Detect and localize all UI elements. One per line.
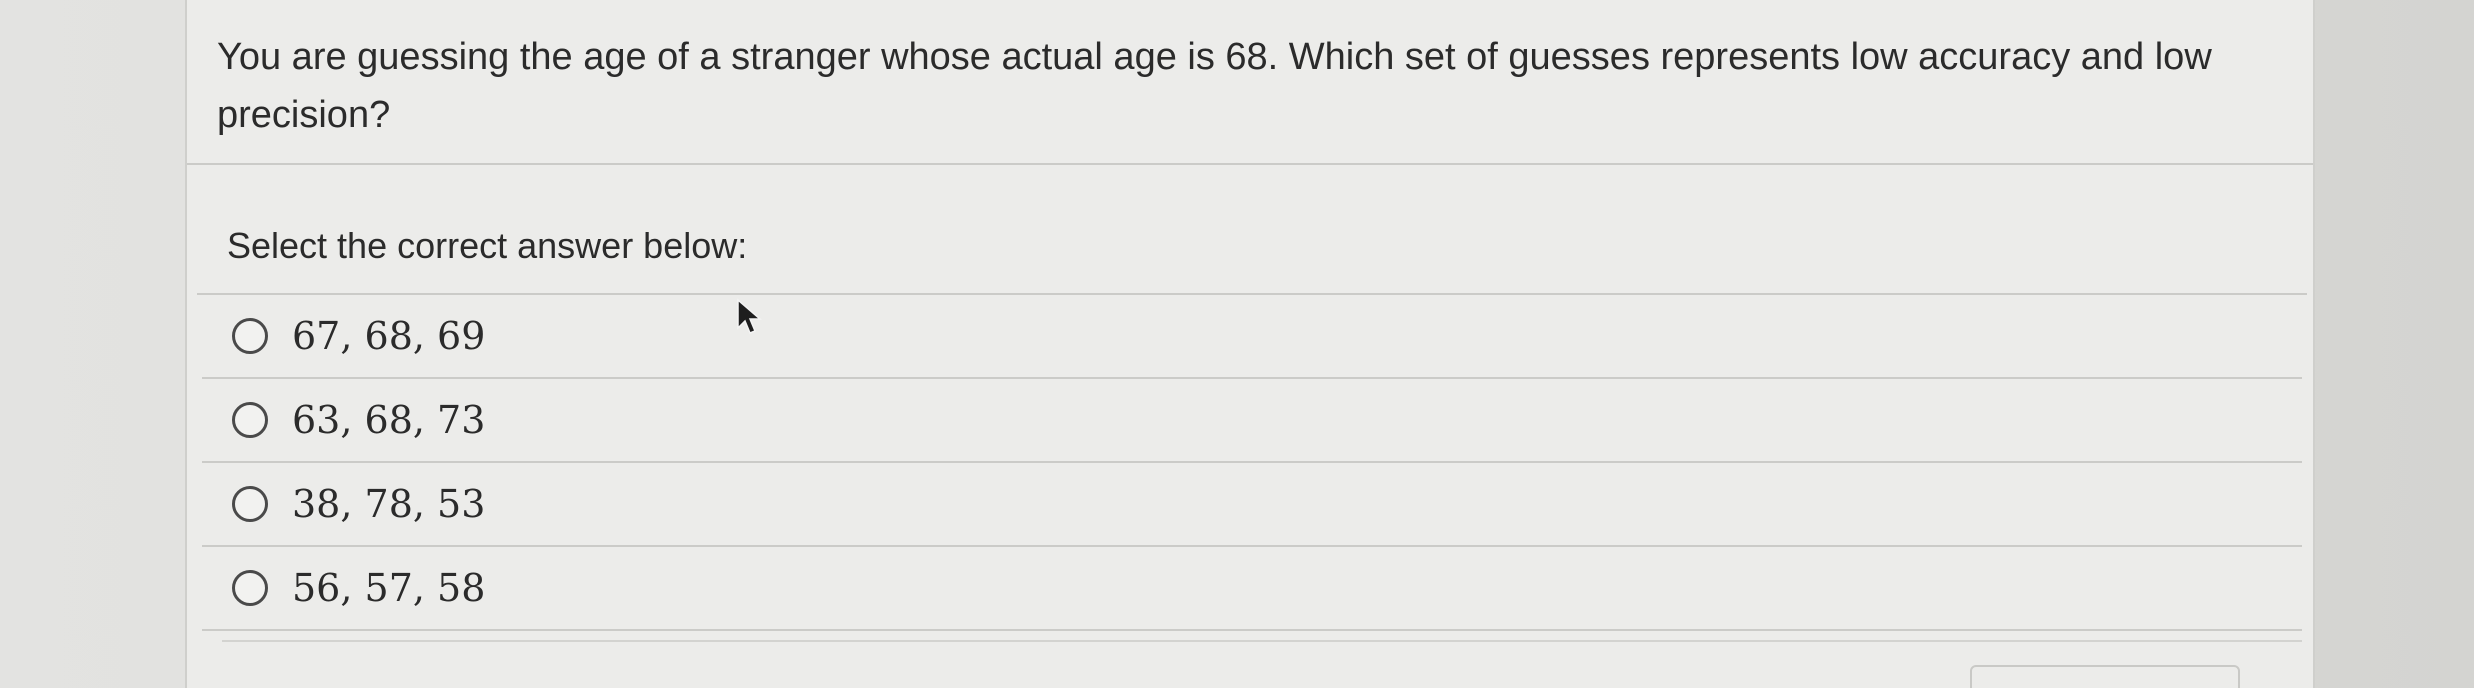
radio-icon[interactable]	[232, 402, 268, 438]
answer-option-1[interactable]: 67, 68, 69	[202, 295, 2302, 379]
question-text: You are guessing the age of a stranger w…	[217, 36, 2212, 136]
mouse-cursor-icon	[737, 298, 763, 334]
answer-option-2[interactable]: 63, 68, 73	[202, 379, 2302, 463]
quiz-panel: You are guessing the age of a stranger w…	[185, 0, 2315, 688]
radio-icon[interactable]	[232, 486, 268, 522]
answer-option-label: 56, 57, 58	[292, 566, 486, 610]
answer-option-label: 67, 68, 69	[292, 314, 486, 358]
answer-option-label: 63, 68, 73	[292, 398, 486, 442]
answer-option-3[interactable]: 38, 78, 53	[202, 463, 2302, 547]
radio-icon[interactable]	[232, 570, 268, 606]
answer-option-4[interactable]: 56, 57, 58	[202, 547, 2302, 631]
answer-option-label: 38, 78, 53	[292, 482, 486, 526]
radio-icon[interactable]	[232, 318, 268, 354]
question-box: You are guessing the age of a stranger w…	[187, 0, 2313, 165]
answer-options: 67, 68, 69 63, 68, 73 38, 78, 53 56, 57,…	[202, 295, 2302, 631]
prompt-box: Select the correct answer below:	[197, 165, 2307, 295]
select-answer-prompt: Select the correct answer below:	[227, 225, 748, 266]
submit-button-outline[interactable]	[1970, 665, 2240, 688]
